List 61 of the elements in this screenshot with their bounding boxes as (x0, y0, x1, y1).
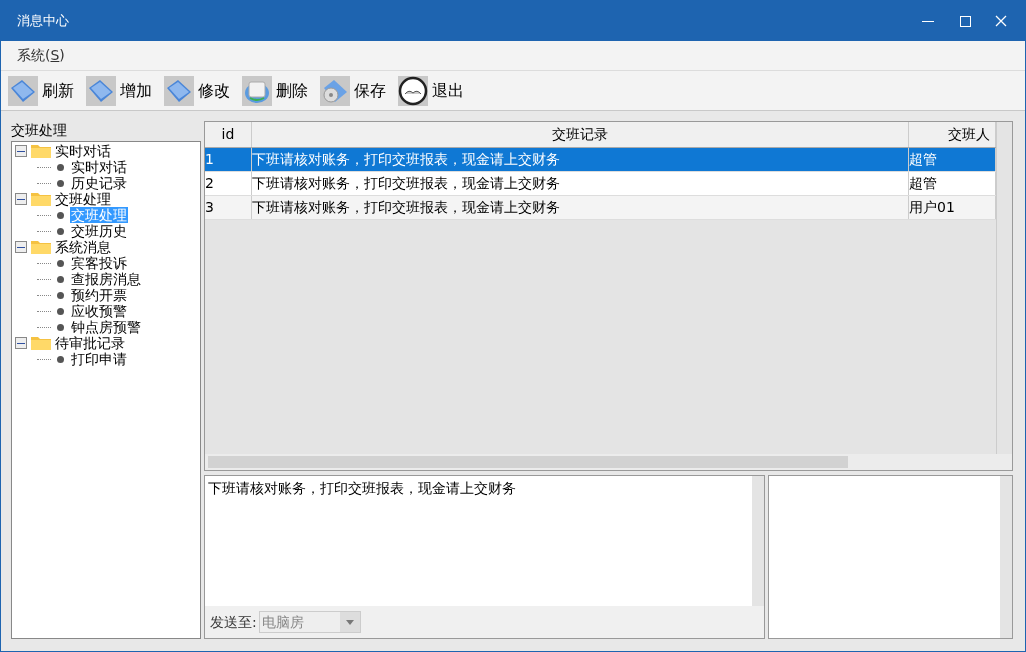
tree-node[interactable]: 待审批记录 (55, 335, 125, 351)
cd-icon (320, 75, 350, 106)
folder-icon (31, 336, 51, 350)
folder-icon (86, 75, 116, 106)
send-label: 发送至: (210, 612, 257, 632)
table-cell: 下班请核对账务，打印交班报表，现金请上交财务 (252, 172, 909, 195)
tree-leaf[interactable]: 钟点房预警 (70, 319, 142, 335)
tree-leaf[interactable]: 历史记录 (70, 175, 128, 191)
folder-icon (8, 75, 38, 106)
bullet-icon (57, 355, 64, 363)
collapse-toggle[interactable] (15, 241, 27, 253)
bullet-icon (57, 291, 64, 299)
book-icon (398, 75, 428, 106)
table-row[interactable]: 2 下班请核对账务，打印交班报表，现金请上交财务 超管 (205, 172, 996, 196)
table-cell: 下班请核对账务，打印交班报表，现金请上交财务 (252, 148, 909, 171)
bullet-icon (57, 259, 64, 267)
column-header[interactable]: id (205, 122, 252, 147)
maximize-icon[interactable] (960, 15, 971, 27)
bullet-icon (57, 163, 64, 171)
bullet-icon (57, 211, 64, 219)
table-cell: 2 (205, 172, 252, 195)
table-row[interactable]: 1 下班请核对账务，打印交班报表，现金请上交财务 超管 (205, 148, 996, 172)
table-cell: 3 (205, 196, 252, 219)
tree-leaf[interactable]: 宾客投诉 (70, 255, 128, 271)
tree-leaf[interactable]: 预约开票 (70, 287, 128, 303)
folder-icon (164, 75, 194, 106)
collapse-toggle[interactable] (15, 193, 27, 205)
tree-node[interactable]: 交班处理 (55, 191, 111, 207)
toolbar-button[interactable]: 刷新 (8, 75, 74, 106)
table-row[interactable]: 3 下班请核对账务，打印交班报表，现金请上交财务 用户01 (205, 196, 996, 220)
table-cell: 1 (205, 148, 252, 171)
caret-icon (345, 619, 354, 625)
tree-leaf[interactable]: 查报房消息 (70, 271, 142, 287)
bullet-icon (57, 275, 64, 283)
minimize-icon[interactable] (922, 20, 934, 22)
window-title: 消息中心 (17, 12, 70, 31)
toolbar-button[interactable]: 删除 (242, 75, 308, 106)
toolbar-button[interactable]: 退出 (398, 75, 464, 106)
folder-icon (31, 192, 51, 206)
tree-node[interactable]: 实时对话 (55, 143, 111, 159)
toolbar-button[interactable]: 修改 (164, 75, 230, 106)
folder-icon (31, 144, 51, 158)
tree-leaf[interactable]: 打印申请 (70, 351, 128, 367)
collapse-toggle[interactable] (15, 145, 27, 157)
column-header[interactable]: 交班记录 (252, 122, 909, 147)
bullet-icon (57, 227, 64, 235)
toolbar-button[interactable]: 增加 (86, 75, 152, 106)
tree-leaf[interactable]: 交班历史 (70, 223, 128, 239)
bullet-icon (57, 179, 64, 187)
tree-leaf[interactable]: 应收预警 (70, 303, 128, 319)
table-cell: 下班请核对账务，打印交班报表，现金请上交财务 (252, 196, 909, 219)
menu-item[interactable]: 系统(S) (17, 45, 65, 66)
tree-node[interactable]: 系统消息 (55, 239, 111, 255)
bullet-icon (57, 307, 64, 315)
close-icon[interactable] (995, 15, 1007, 27)
collapse-toggle[interactable] (15, 337, 27, 349)
panel-title: 交班处理 (11, 121, 68, 139)
toolbar-button[interactable]: 保存 (320, 75, 386, 106)
tree-leaf[interactable]: 实时对话 (70, 159, 128, 175)
folder-icon (31, 240, 51, 254)
bullet-icon (57, 323, 64, 331)
